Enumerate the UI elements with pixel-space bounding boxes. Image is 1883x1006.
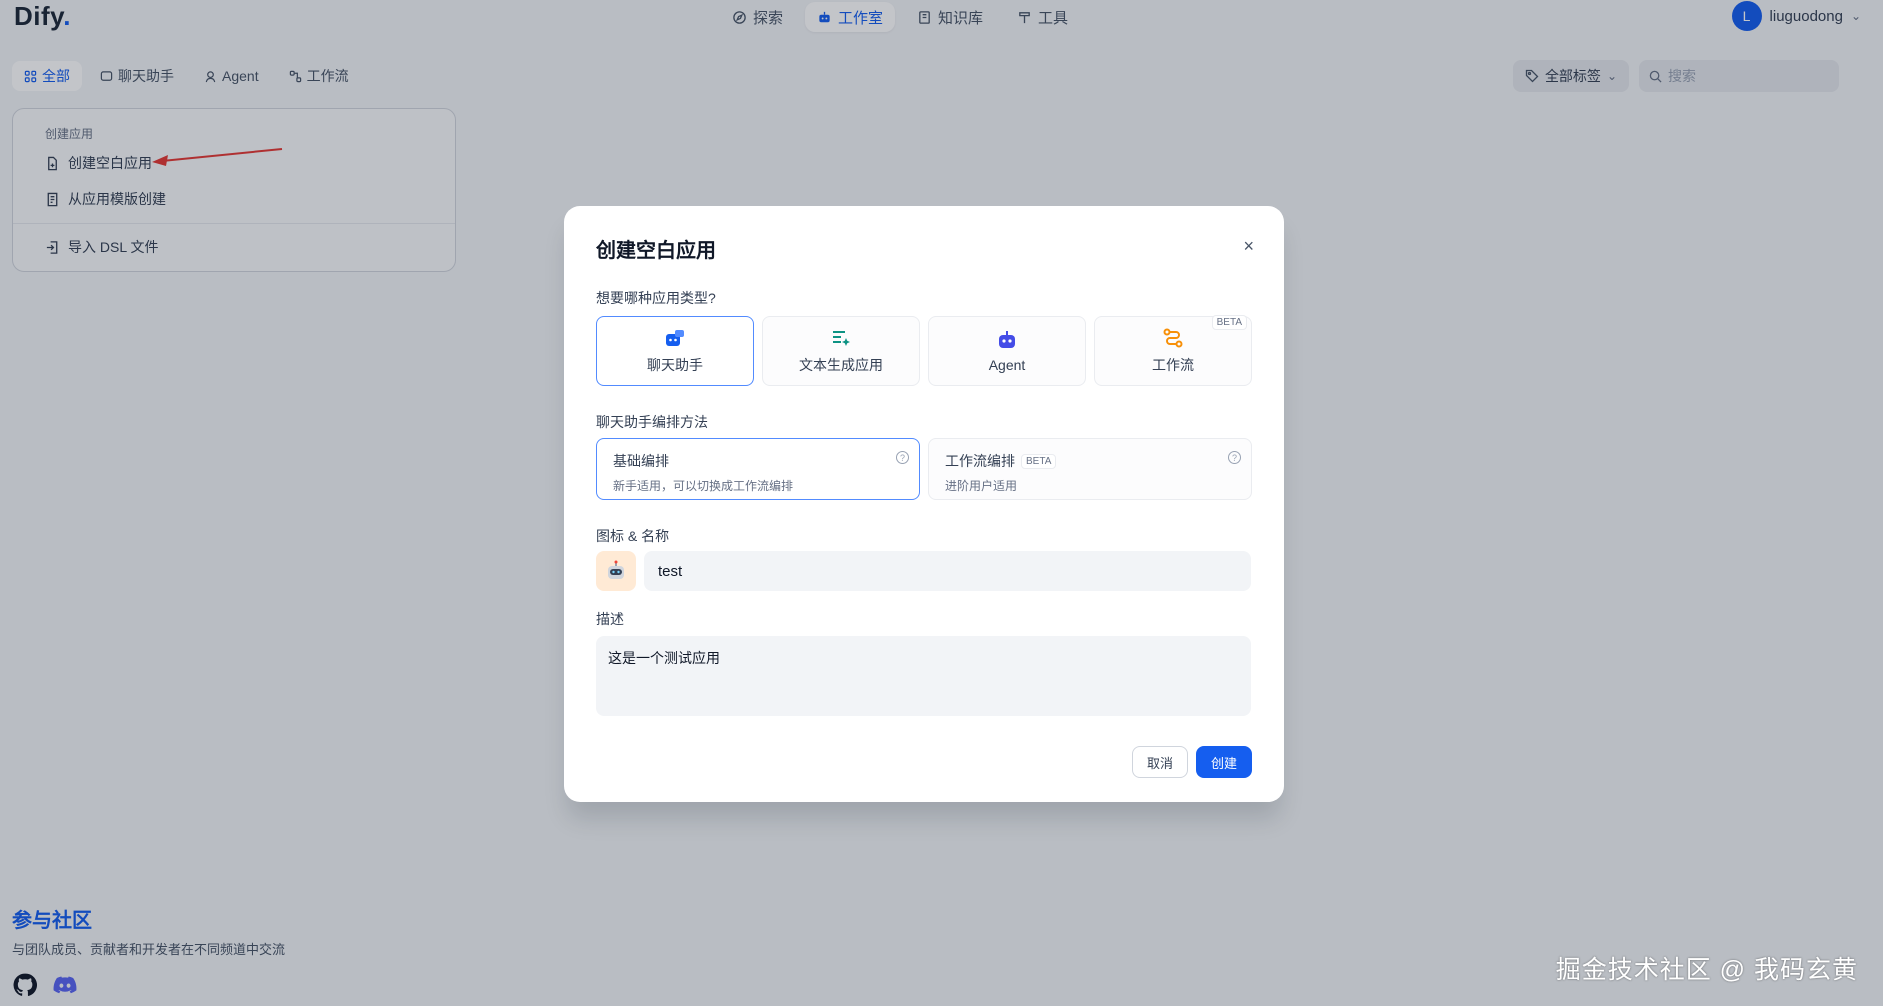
watermark: 掘金技术社区 @ 我码玄黄: [1555, 956, 1858, 984]
mode-basic-desc: 新手适用，可以切换成工作流编排: [613, 479, 794, 493]
beta-badge: BETA: [1021, 453, 1057, 469]
mode-workflow[interactable]: 工作流编排 BETA 进阶用户适用 ?: [928, 438, 1252, 500]
create-button[interactable]: 创建: [1196, 746, 1252, 778]
type-chat-assistant[interactable]: 聊天助手: [596, 316, 754, 386]
text-generate-icon: [833, 331, 850, 346]
app-type-label: 想要哪种应用类型?: [596, 290, 716, 306]
chat-bot-icon: [666, 330, 684, 346]
create-app-modal: 创建空白应用 × 想要哪种应用类型? 聊天助手 文本生成应用 Agent BET…: [564, 206, 1284, 802]
mode-basic[interactable]: 基础编排 新手适用，可以切换成工作流编排 ?: [596, 438, 920, 500]
type-agent[interactable]: Agent: [928, 316, 1086, 386]
app-icon-picker[interactable]: [596, 551, 636, 591]
close-icon[interactable]: ×: [1243, 236, 1254, 257]
app-type-options: 聊天助手 文本生成应用 Agent BETA 工作流: [596, 315, 1252, 386]
workflow-node-icon: [1163, 328, 1183, 348]
help-icon[interactable]: ?: [1228, 451, 1241, 464]
agent-robot-icon: [999, 331, 1015, 348]
type-workflow[interactable]: BETA 工作流: [1094, 315, 1252, 386]
robot-emoji-icon: [608, 560, 624, 579]
description-textarea[interactable]: 这是一个测试应用: [596, 636, 1251, 716]
help-icon[interactable]: ?: [896, 451, 909, 464]
modal-title: 创建空白应用: [596, 240, 716, 262]
mode-label: 聊天助手编排方法: [596, 414, 708, 430]
beta-badge: BETA: [1211, 315, 1247, 330]
icon-name-label: 图标 & 名称: [596, 528, 670, 544]
mode-basic-title: 基础编排: [613, 453, 669, 469]
mode-workflow-title: 工作流编排 BETA: [945, 451, 1235, 471]
type-text-generation[interactable]: 文本生成应用: [762, 316, 920, 386]
description-label: 描述: [596, 611, 624, 627]
cancel-button[interactable]: 取消: [1132, 746, 1188, 778]
app-name-input[interactable]: [644, 551, 1251, 591]
orchestration-modes: 基础编排 新手适用，可以切换成工作流编排 ? 工作流编排 BETA 进阶用户适用…: [596, 438, 1252, 500]
mode-workflow-desc: 进阶用户适用: [945, 479, 1018, 493]
